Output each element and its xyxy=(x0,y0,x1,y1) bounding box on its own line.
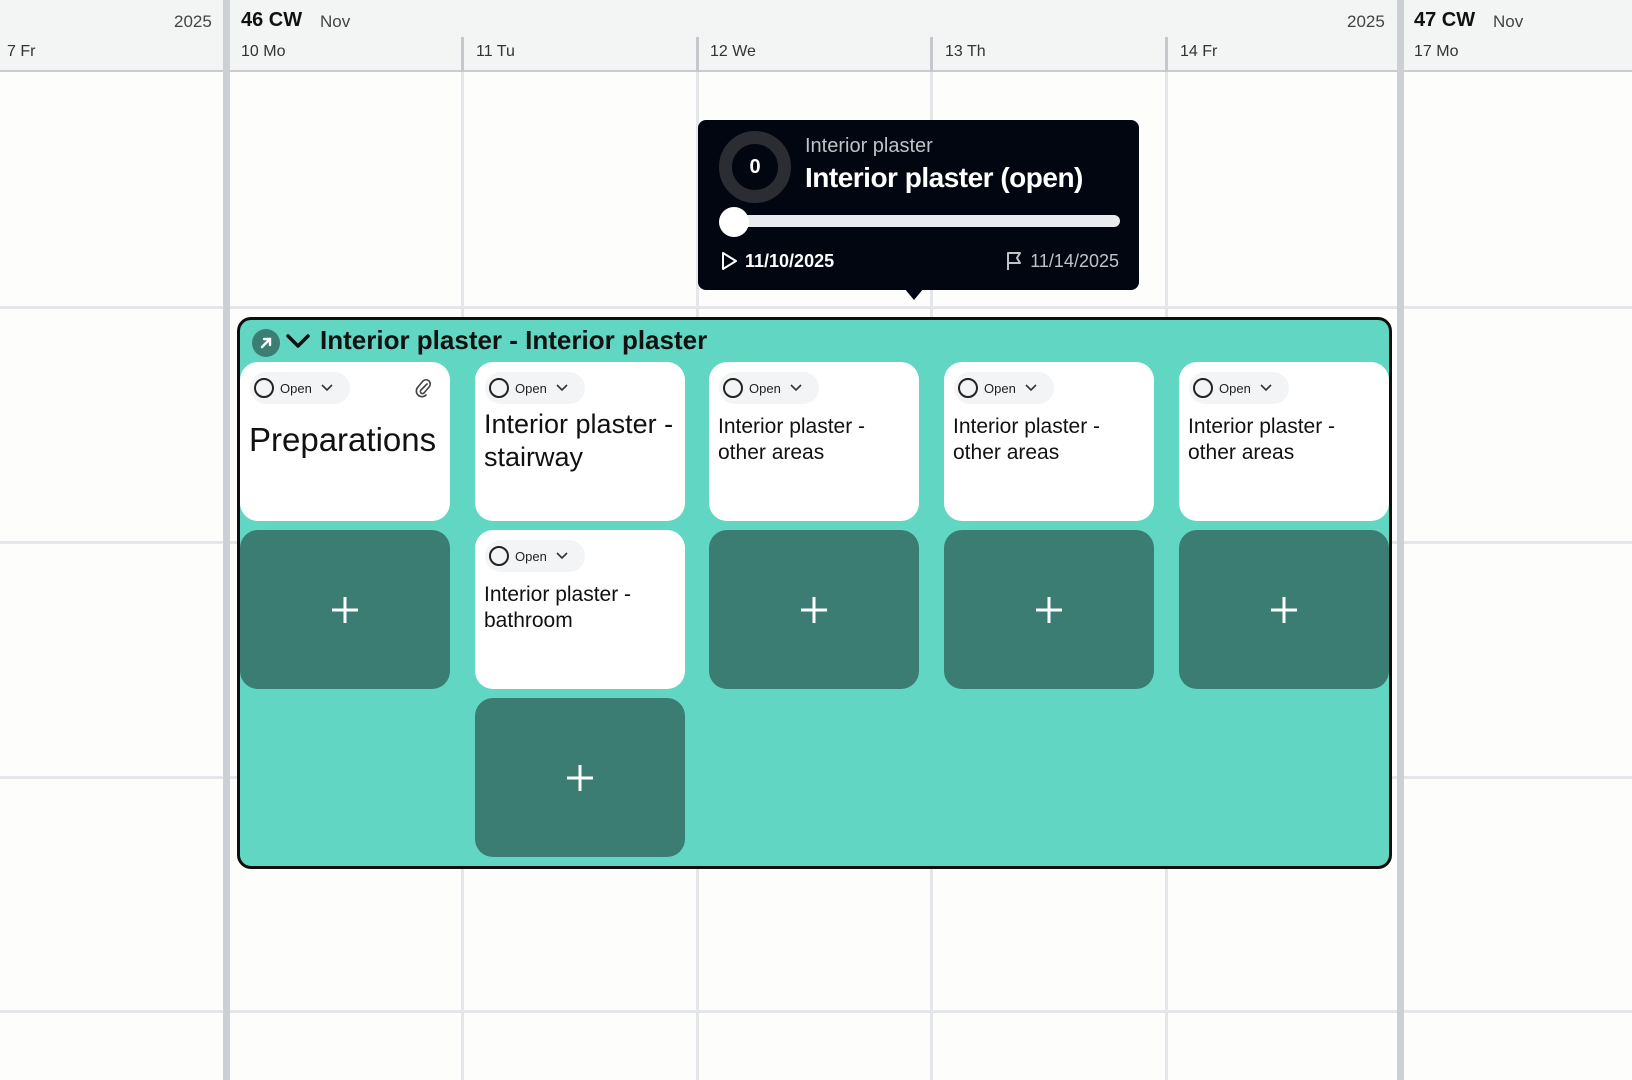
chevron-down-icon xyxy=(1025,384,1037,392)
status-label: Open xyxy=(749,380,781,396)
year-label: 2025 xyxy=(1347,12,1385,31)
status-dropdown[interactable]: Open xyxy=(1189,372,1289,404)
plus-icon xyxy=(1036,596,1062,623)
task-card[interactable]: Open Interior plaster - other areas xyxy=(944,362,1154,521)
status-circle-icon xyxy=(254,378,274,398)
day-label: 10 Mo xyxy=(241,43,286,60)
day-label: 13 Th xyxy=(945,43,986,60)
end-date-value: 11/14/2025 xyxy=(1030,250,1119,271)
status-dropdown[interactable]: Open xyxy=(485,372,585,404)
progress-value: 0 xyxy=(749,155,761,178)
progress-ring: 0 xyxy=(719,131,791,203)
tooltip-title: Interior plaster (open) xyxy=(805,162,1083,193)
day-label: 7 Fr xyxy=(7,43,36,60)
task-title: Interior plaster - other areas xyxy=(718,415,866,464)
month-label: Nov xyxy=(320,12,351,31)
day-divider xyxy=(461,37,464,72)
plus-icon xyxy=(1271,596,1297,623)
day-divider xyxy=(930,37,933,72)
add-task-button[interactable] xyxy=(475,698,685,857)
add-task-button[interactable] xyxy=(709,530,919,689)
status-label: Open xyxy=(984,380,1016,396)
status-dropdown[interactable]: Open xyxy=(485,540,585,572)
chevron-down-icon xyxy=(790,384,802,392)
end-date: 11/14/2025 xyxy=(1004,250,1119,272)
status-dropdown[interactable]: Open xyxy=(719,372,819,404)
add-task-button[interactable] xyxy=(1179,530,1389,689)
year-label: 2025 xyxy=(174,12,212,31)
day-divider xyxy=(696,37,699,72)
task-title: Interior plaster - stairway xyxy=(484,409,674,472)
status-label: Open xyxy=(1219,380,1251,396)
play-icon xyxy=(722,252,737,270)
task-title: Preparations xyxy=(249,421,437,458)
day-label: 14 Fr xyxy=(1180,43,1218,60)
week-separator xyxy=(223,0,230,1080)
week-number: 46 CW xyxy=(241,9,303,31)
chevron-down-icon xyxy=(321,384,333,392)
group-title: Interior plaster - Interior plaster xyxy=(320,325,708,355)
plus-icon xyxy=(567,764,593,791)
status-circle-icon xyxy=(489,378,509,398)
start-date: 11/10/2025 xyxy=(719,250,834,272)
collapse-chevron-icon[interactable] xyxy=(284,330,312,354)
task-tooltip: 0 Interior plaster Interior plaster (ope… xyxy=(698,120,1139,290)
tooltip-subtitle: Interior plaster xyxy=(805,135,933,157)
add-task-button[interactable] xyxy=(944,530,1154,689)
status-circle-icon xyxy=(1193,378,1213,398)
day-label: 17 Mo xyxy=(1414,43,1459,60)
week-number: 47 CW xyxy=(1414,9,1476,31)
task-card[interactable]: Open Preparations xyxy=(240,362,450,521)
chevron-down-icon xyxy=(556,384,568,392)
status-label: Open xyxy=(515,380,547,396)
task-card[interactable]: Open Interior plaster - other areas xyxy=(709,362,919,521)
task-title: Interior plaster - other areas xyxy=(1188,415,1336,464)
status-circle-icon xyxy=(489,546,509,566)
add-task-button[interactable] xyxy=(240,530,450,689)
progress-slider-track xyxy=(734,215,1120,227)
flag-icon xyxy=(1007,252,1022,270)
status-dropdown[interactable]: Open xyxy=(250,372,350,404)
week-separator xyxy=(1397,0,1404,1080)
task-card[interactable]: Open Interior plaster - bathroom xyxy=(475,530,685,689)
day-divider xyxy=(1165,37,1168,72)
paperclip-icon[interactable] xyxy=(414,378,432,398)
task-title: Interior plaster - other areas xyxy=(953,415,1101,464)
chevron-down-icon xyxy=(1260,384,1272,392)
grid-line xyxy=(0,306,1632,309)
chevron-down-icon xyxy=(556,552,568,560)
month-label: Nov xyxy=(1493,12,1524,31)
day-label: 11 Tu xyxy=(476,43,515,60)
grid-line xyxy=(0,1010,1632,1013)
calendar-header: 2025 7 Fr 46 CW Nov 2025 10 Mo 11 Tu 12 … xyxy=(0,0,1632,72)
status-label: Open xyxy=(280,380,312,396)
task-card[interactable]: Open Interior plaster - other areas xyxy=(1179,362,1389,521)
task-title: Interior plaster - bathroom xyxy=(484,583,632,632)
task-card[interactable]: Open Interior plaster - stairway xyxy=(475,362,685,521)
plus-icon xyxy=(332,596,358,623)
arrow-up-right-icon[interactable] xyxy=(252,329,280,357)
status-dropdown[interactable]: Open xyxy=(954,372,1054,404)
status-circle-icon xyxy=(723,378,743,398)
start-date-value: 11/10/2025 xyxy=(745,250,835,271)
tooltip-pointer xyxy=(904,288,924,300)
progress-slider-handle[interactable] xyxy=(719,207,749,237)
status-label: Open xyxy=(515,548,547,564)
status-circle-icon xyxy=(958,378,978,398)
plus-icon xyxy=(801,596,827,623)
day-label: 12 We xyxy=(710,43,756,60)
